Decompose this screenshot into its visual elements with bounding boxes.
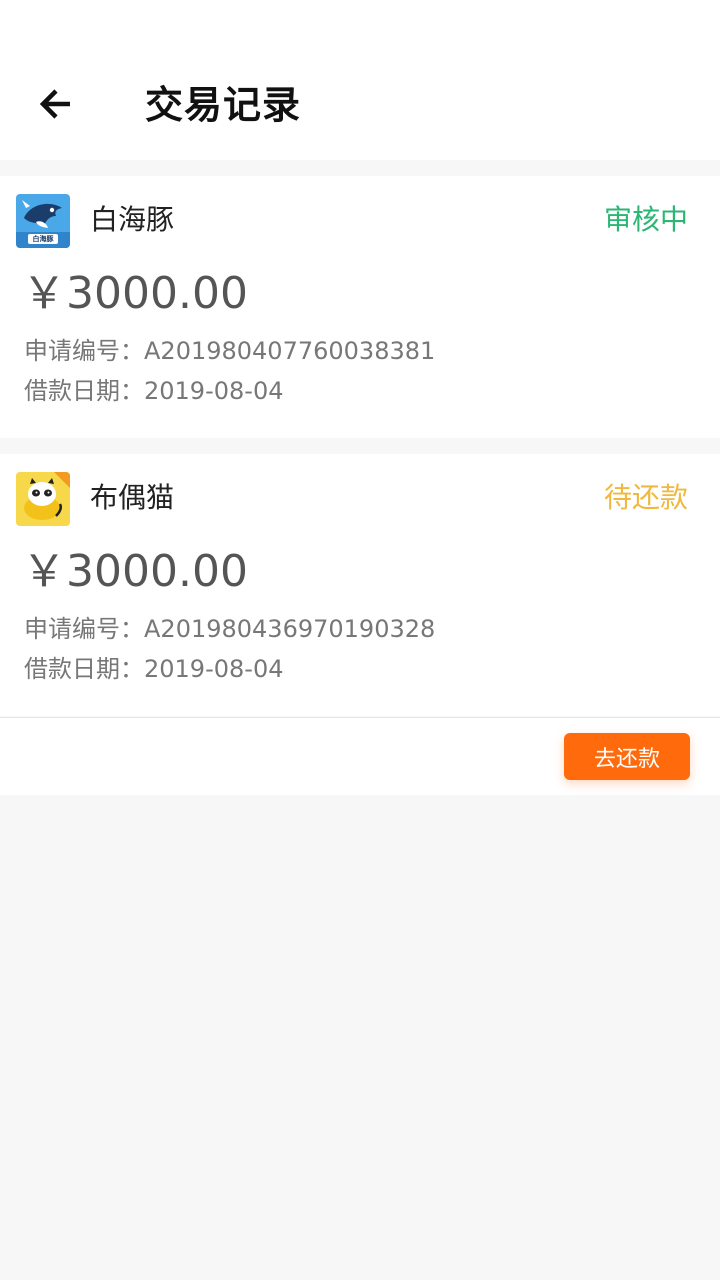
application-number-row: 申请编号：A201980407760038381 bbox=[24, 334, 435, 368]
loan-date-row: 借款日期：2019-08-04 bbox=[24, 652, 283, 686]
loan-date-label: 借款日期： bbox=[24, 655, 144, 683]
logo-caption: 白海豚 bbox=[32, 235, 54, 243]
application-number: A201980436970190328 bbox=[144, 615, 436, 643]
loan-amount: ￥3000.00 bbox=[22, 268, 248, 319]
app-header: 交易记录 bbox=[0, 0, 720, 160]
loan-date-row: 借款日期：2019-08-04 bbox=[24, 374, 283, 408]
application-number-row: 申请编号：A201980436970190328 bbox=[24, 612, 435, 646]
page-title: 交易记录 bbox=[145, 83, 302, 127]
transaction-card[interactable]: 布偶猫 待还款 ￥3000.00 申请编号：A20198043697019032… bbox=[0, 454, 720, 716]
application-number: A201980407760038381 bbox=[144, 337, 436, 365]
repay-button[interactable]: 去还款 bbox=[564, 733, 690, 780]
status-badge: 审核中 bbox=[603, 203, 688, 236]
beluga-logo: 白海豚 bbox=[16, 194, 70, 248]
product-name: 白海豚 bbox=[90, 203, 175, 236]
application-number-label: 申请编号： bbox=[24, 615, 144, 643]
loan-date: 2019-08-04 bbox=[144, 377, 284, 405]
loan-date: 2019-08-04 bbox=[144, 655, 284, 683]
application-number-label: 申请编号： bbox=[24, 337, 144, 365]
rag-doll-cat-logo bbox=[16, 472, 70, 526]
loan-amount: ￥3000.00 bbox=[22, 546, 248, 597]
status-badge: 待还款 bbox=[603, 481, 688, 514]
arrow-left-icon bbox=[39, 89, 70, 119]
transaction-card[interactable]: 白海豚 白海豚 审核中 ￥3000.00 申请编号：A2019804077600… bbox=[0, 176, 720, 438]
loan-date-label: 借款日期： bbox=[24, 377, 144, 405]
card-action-bar: 去还款 bbox=[0, 717, 720, 795]
product-name: 布偶猫 bbox=[90, 481, 175, 514]
back-button[interactable] bbox=[28, 78, 84, 130]
